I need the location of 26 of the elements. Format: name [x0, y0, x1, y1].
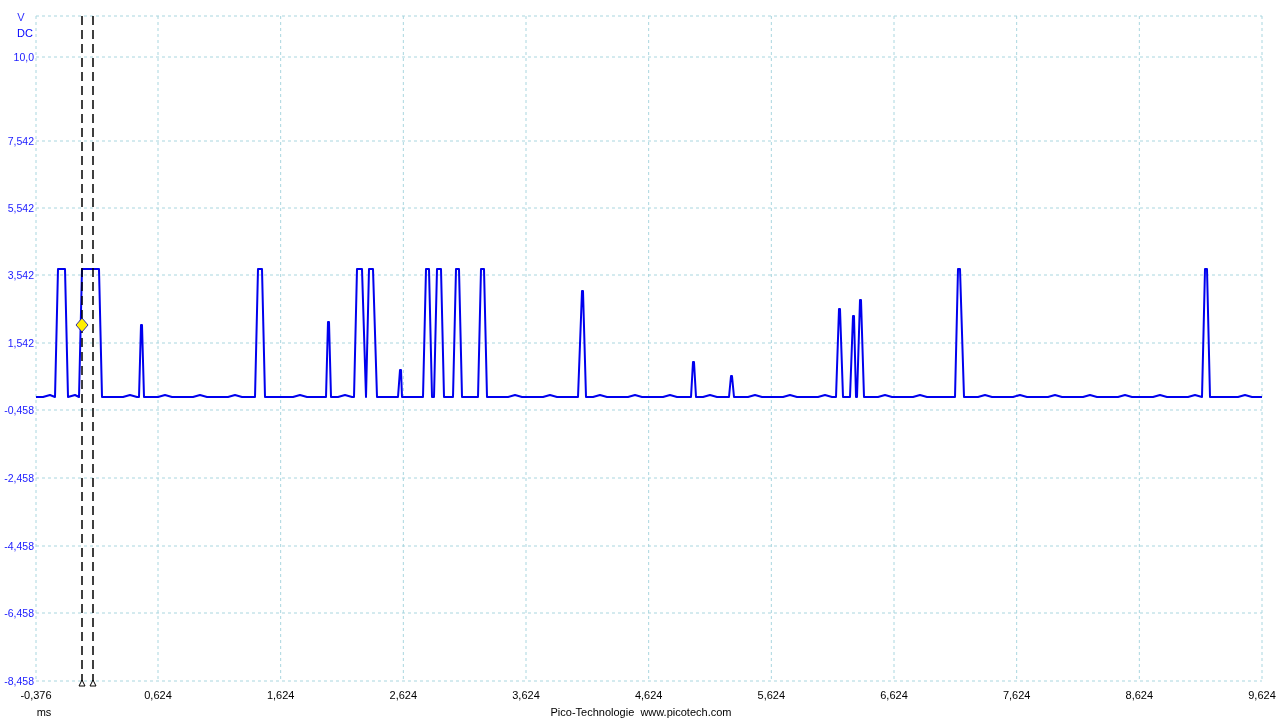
x-axis-label: 9,624	[1248, 689, 1276, 701]
x-axis-label: 7,624	[1002, 689, 1031, 701]
y-axis-label: 1,542	[7, 337, 34, 349]
y-axis-unit: V	[17, 11, 25, 23]
y-axis-label: 7,542	[7, 135, 34, 147]
x-axis-label: 1,624	[266, 689, 295, 701]
x-axis-label: 4,624	[634, 689, 663, 701]
y-axis-label: -8,458	[4, 675, 34, 687]
x-axis-label: 6,624	[880, 689, 908, 701]
y-axis-label: 3,542	[7, 269, 34, 281]
x-axis-label: 8,624	[1125, 689, 1154, 701]
footer-text: Pico-Technologie www.picotech.com	[550, 706, 732, 718]
coupling-label: DC	[17, 27, 33, 39]
y-axis-label: 5,542	[7, 202, 34, 214]
x-axis-label: -0,376	[20, 689, 52, 701]
x-axis-unit: ms	[36, 706, 52, 718]
x-axis-label: 5,624	[757, 689, 786, 701]
y-axis-label: -4,458	[4, 540, 34, 552]
x-axis-label: 2,624	[389, 689, 418, 701]
y-axis-label: 10,0	[13, 51, 34, 63]
x-axis-label: 3,624	[512, 689, 540, 701]
x-axis-label: 0,624	[144, 689, 172, 701]
y-axis-label: -6,458	[4, 607, 34, 619]
y-axis-label: -2,458	[4, 472, 34, 484]
trigger-marker-icon	[75, 317, 89, 333]
y-axis-label: -0,458	[4, 404, 34, 416]
